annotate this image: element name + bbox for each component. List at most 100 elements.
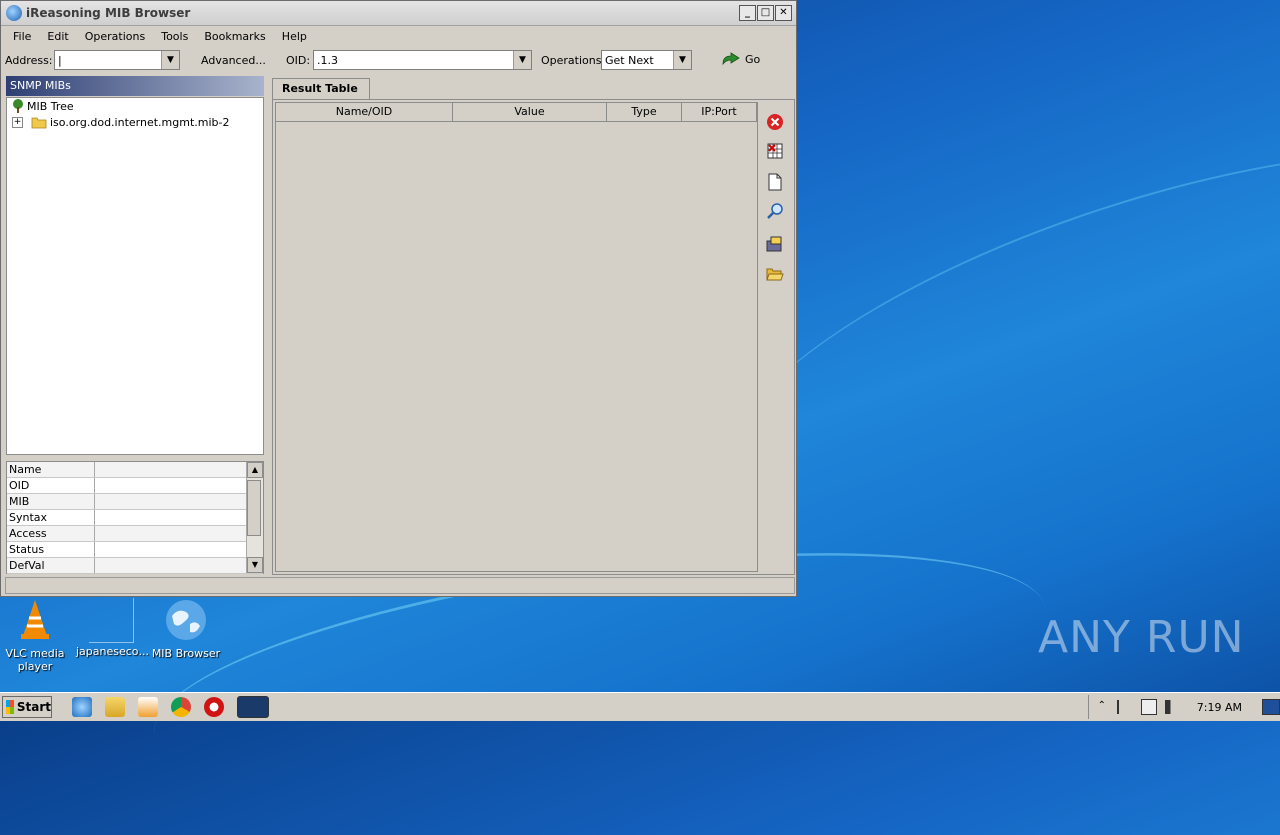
minimize-button[interactable]: _ <box>739 5 756 21</box>
props-scrollbar[interactable]: ▲ ▼ <box>246 462 263 573</box>
chevron-down-icon[interactable]: ▼ <box>161 51 179 69</box>
start-button[interactable]: Start <box>2 696 52 718</box>
menu-file[interactable]: File <box>5 30 39 43</box>
oid-input[interactable]: .1.3 <box>314 54 513 67</box>
menu-bar: File Edit Operations Tools Bookmarks Hel… <box>1 26 796 46</box>
prop-row-name: Name <box>7 462 263 478</box>
flag-icon[interactable] <box>1116 700 1133 714</box>
media-player-icon[interactable] <box>138 697 158 717</box>
prop-key: Name <box>7 462 95 477</box>
window-title: iReasoning MIB Browser <box>26 6 191 20</box>
chevron-down-icon[interactable]: ▼ <box>513 51 531 69</box>
clock[interactable]: 7:19 AM <box>1197 701 1242 714</box>
address-combo[interactable]: | ▼ <box>54 50 180 70</box>
col-ip-port[interactable]: IP:Port <box>682 103 757 122</box>
stop-icon[interactable] <box>765 112 785 132</box>
desktop-icon-mib-browser[interactable]: MIB Browser <box>151 598 221 660</box>
file-icon <box>88 598 134 643</box>
new-document-icon[interactable] <box>765 172 785 192</box>
prop-row-syntax: Syntax <box>7 510 263 526</box>
explorer-icon[interactable] <box>105 697 125 717</box>
prop-key: OID <box>7 478 95 493</box>
prop-key: MIB <box>7 494 95 509</box>
address-label: Address: <box>5 54 53 67</box>
prop-key: Access <box>7 526 95 541</box>
search-icon[interactable] <box>765 201 785 221</box>
mib-browser-task-icon[interactable] <box>237 696 269 718</box>
prop-key: Syntax <box>7 510 95 525</box>
menu-bookmarks[interactable]: Bookmarks <box>196 30 273 43</box>
anyrun-watermark: ANY RUN <box>1038 612 1245 663</box>
prop-row-oid: OID <box>7 478 263 494</box>
export-icon[interactable] <box>765 234 785 254</box>
folder-icon <box>31 117 47 129</box>
tree-node-mib2[interactable]: + iso.org.dod.internet.mgmt.mib-2 <box>7 114 263 130</box>
desktop-icon-label: VLC media player <box>5 647 65 673</box>
operations-select[interactable]: Get Next ▼ <box>601 50 692 70</box>
toolbar: Address: | ▼ Advanced... OID: .1.3 ▼ Ope… <box>1 46 796 76</box>
expand-icon[interactable]: + <box>12 116 23 128</box>
title-bar: iReasoning MIB Browser _ □ ✕ <box>1 1 796 26</box>
tab-result-table[interactable]: Result Table <box>272 78 370 100</box>
result-table-header: Name/OID Value Type IP:Port <box>276 103 757 122</box>
windows-logo-icon <box>6 700 14 714</box>
result-area: Name/OID Value Type IP:Port <box>272 99 795 575</box>
result-side-toolbar <box>760 102 790 572</box>
panel-title: SNMP MIBs <box>6 76 264 96</box>
scroll-thumb[interactable] <box>247 480 261 536</box>
oid-label: OID: <box>286 54 311 67</box>
mib-tree[interactable]: MIB Tree + iso.org.dod.internet.mgmt.mib… <box>6 97 264 455</box>
go-button[interactable]: Go <box>721 52 760 66</box>
col-value[interactable]: Value <box>453 103 607 122</box>
prop-row-mib: MIB <box>7 494 263 510</box>
scroll-down-icon[interactable]: ▼ <box>247 557 263 573</box>
taskbar: Start ⌃ 7:19 AM <box>0 692 1280 721</box>
system-tray: ⌃ 7:19 AM <box>1087 695 1280 719</box>
prop-row-defval: DefVal <box>7 558 263 574</box>
snmp-mibs-panel: SNMP MIBs MIB Tree + iso.org.dod.interne… <box>6 76 264 574</box>
tree-icon <box>13 99 23 113</box>
close-button[interactable]: ✕ <box>775 5 792 21</box>
mib-properties-table: Name OID MIB Syntax Access Status DefVal… <box>6 461 264 574</box>
opera-icon[interactable] <box>204 697 224 717</box>
scroll-up-icon[interactable]: ▲ <box>247 462 263 478</box>
desktop-icon-vlc[interactable]: VLC media player <box>0 598 70 673</box>
result-table[interactable]: Name/OID Value Type IP:Port <box>275 102 758 572</box>
status-bar <box>5 577 795 594</box>
go-arrow-icon <box>722 52 740 66</box>
open-folder-icon[interactable] <box>765 264 785 284</box>
advanced-button[interactable]: Advanced... <box>201 54 266 67</box>
maximize-button[interactable]: □ <box>757 5 774 21</box>
desktop-icon-label: MIB Browser <box>151 647 221 660</box>
globe-icon <box>166 600 206 640</box>
clear-table-icon[interactable] <box>765 141 785 161</box>
volume-icon[interactable] <box>1164 700 1179 714</box>
operations-value[interactable]: Get Next <box>602 54 673 67</box>
ie-icon[interactable] <box>72 697 92 717</box>
menu-operations[interactable]: Operations <box>77 30 153 43</box>
desktop-icon-label: japanesecо... <box>76 645 150 658</box>
col-name-oid[interactable]: Name/OID <box>276 103 453 122</box>
tree-root[interactable]: MIB Tree <box>7 98 263 114</box>
tree-root-label: MIB Tree <box>27 99 74 113</box>
mib-browser-window: iReasoning MIB Browser _ □ ✕ File Edit O… <box>0 0 797 597</box>
oid-combo[interactable]: .1.3 ▼ <box>313 50 532 70</box>
prop-key: Status <box>7 542 95 557</box>
menu-help[interactable]: Help <box>274 30 315 43</box>
col-type[interactable]: Type <box>607 103 682 122</box>
chevron-up-icon[interactable]: ⌃ <box>1095 700 1109 714</box>
start-label: Start <box>16 700 51 714</box>
desktop-icon-file[interactable]: japanesecо... <box>76 598 150 658</box>
chrome-icon[interactable] <box>171 697 191 717</box>
vlc-cone-icon <box>21 600 49 639</box>
prop-key: DefVal <box>7 558 95 573</box>
menu-tools[interactable]: Tools <box>153 30 196 43</box>
go-label: Go <box>745 52 761 66</box>
network-icon[interactable] <box>1140 699 1157 715</box>
chevron-down-icon[interactable]: ▼ <box>673 51 691 69</box>
menu-edit[interactable]: Edit <box>39 30 76 43</box>
address-input[interactable]: | <box>55 54 161 67</box>
app-globe-icon <box>6 5 22 21</box>
operations-label: Operations: <box>541 54 606 67</box>
show-desktop-icon[interactable] <box>1262 699 1280 715</box>
